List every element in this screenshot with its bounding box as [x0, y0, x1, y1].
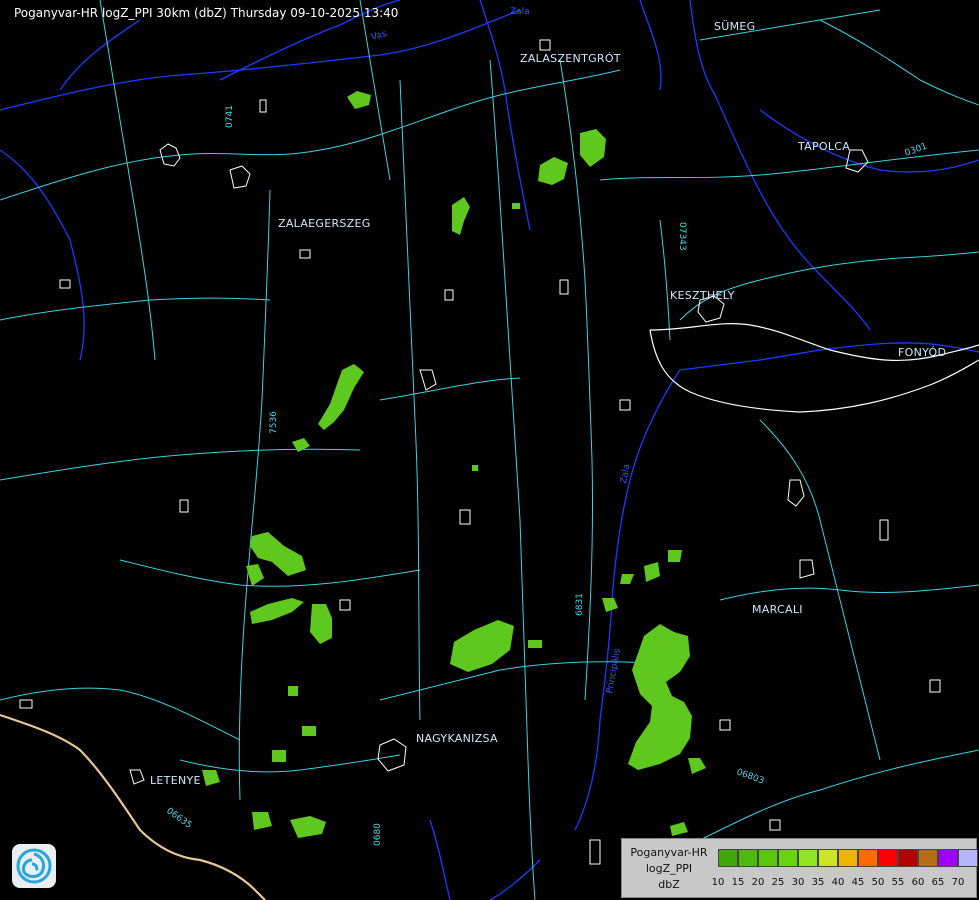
legend-tick-label: 45: [851, 877, 865, 888]
roads: [0, 0, 979, 900]
legend-tick-label: 60: [911, 877, 925, 888]
legend-swatch: [778, 849, 798, 867]
legend-tick-label: 30: [791, 877, 805, 888]
legend-swatch: [818, 849, 838, 867]
legend-source: Poganyvar-HR logZ_PPI dbZ: [622, 845, 716, 893]
road-label-06803: 06803: [735, 767, 765, 786]
road-label-6831: 6831: [575, 593, 585, 616]
radar-title: Poganyvar-HR logZ_PPI 30km (dbZ) Thursda…: [14, 6, 399, 20]
legend-color-bar: [718, 849, 978, 867]
legend-tick-label: 10: [711, 877, 725, 888]
city-label-tapolca: TAPOLCA: [797, 140, 850, 153]
road-label-06635: 06635: [164, 806, 193, 831]
city-label-nagykanizsa: NAGYKANIZSA: [416, 732, 498, 745]
legend-tick-label: 65: [931, 877, 945, 888]
city-label-sumeg: SÜMEG: [714, 20, 756, 33]
legend-unit-line: dbZ: [658, 878, 680, 891]
city-label-letenye: LETENYE: [150, 774, 201, 787]
road-label-7536: 7536: [269, 411, 279, 434]
radar-map[interactable]: SÜMEG ZALASZENTGRÓT TAPOLCA ZALAEGERSZEG…: [0, 0, 979, 900]
legend-swatch: [838, 849, 858, 867]
city-labels: SÜMEG ZALASZENTGRÓT TAPOLCA ZALAEGERSZEG…: [150, 20, 946, 787]
river-label-vas: Vas: [370, 29, 388, 43]
road-label-07343: 07343: [677, 222, 687, 251]
river-labels: Zala Vas Principális Zala: [370, 7, 632, 695]
legend-tick-label: 40: [831, 877, 845, 888]
legend-tick-label: 70: [951, 877, 965, 888]
legend-swatch: [898, 849, 918, 867]
legend-tick-label: 15: [731, 877, 745, 888]
legend-ticks: 10 15 20 25 30 35 40 45 50 55 60 65 70: [708, 877, 978, 891]
legend-tick-label: 20: [751, 877, 765, 888]
road-label-0680: 0680: [373, 823, 383, 846]
legend-tick-label: 50: [871, 877, 885, 888]
road-label-0741: 0741: [225, 105, 235, 128]
radar-echoes: [202, 91, 706, 838]
radar-swirl-logo: [12, 844, 56, 888]
legend-tick-label: 35: [811, 877, 825, 888]
rivers: [0, 0, 979, 900]
legend-product-line: logZ_PPI: [645, 862, 693, 875]
city-label-marcali: MARCALI: [752, 603, 803, 616]
legend-swatch: [878, 849, 898, 867]
legend-swatch: [798, 849, 818, 867]
city-label-zalaszentgrot: ZALASZENTGRÓT: [520, 52, 621, 65]
legend-swatch: [738, 849, 758, 867]
legend-tick-label: 55: [891, 877, 905, 888]
dbz-legend: Poganyvar-HR logZ_PPI dbZ 10 15 20 25 30 35 40…: [621, 838, 978, 898]
legend-swatch: [958, 849, 978, 867]
legend-tick-label: 25: [771, 877, 785, 888]
city-label-keszthely: KESZTHELY: [670, 289, 735, 302]
city-label-zalaegerszeg: ZALAEGERSZEG: [278, 217, 371, 230]
river-label-zala-south: Zala: [619, 463, 632, 484]
legend-swatch: [758, 849, 778, 867]
legend-swatch: [918, 849, 938, 867]
city-label-fonyod: FONYÓD: [898, 346, 946, 359]
legend-source-line: Poganyvar-HR: [630, 846, 708, 859]
river-label-zala-north: Zala: [510, 7, 530, 17]
legend-swatch: [938, 849, 958, 867]
legend-swatch: [718, 849, 738, 867]
legend-swatch: [858, 849, 878, 867]
